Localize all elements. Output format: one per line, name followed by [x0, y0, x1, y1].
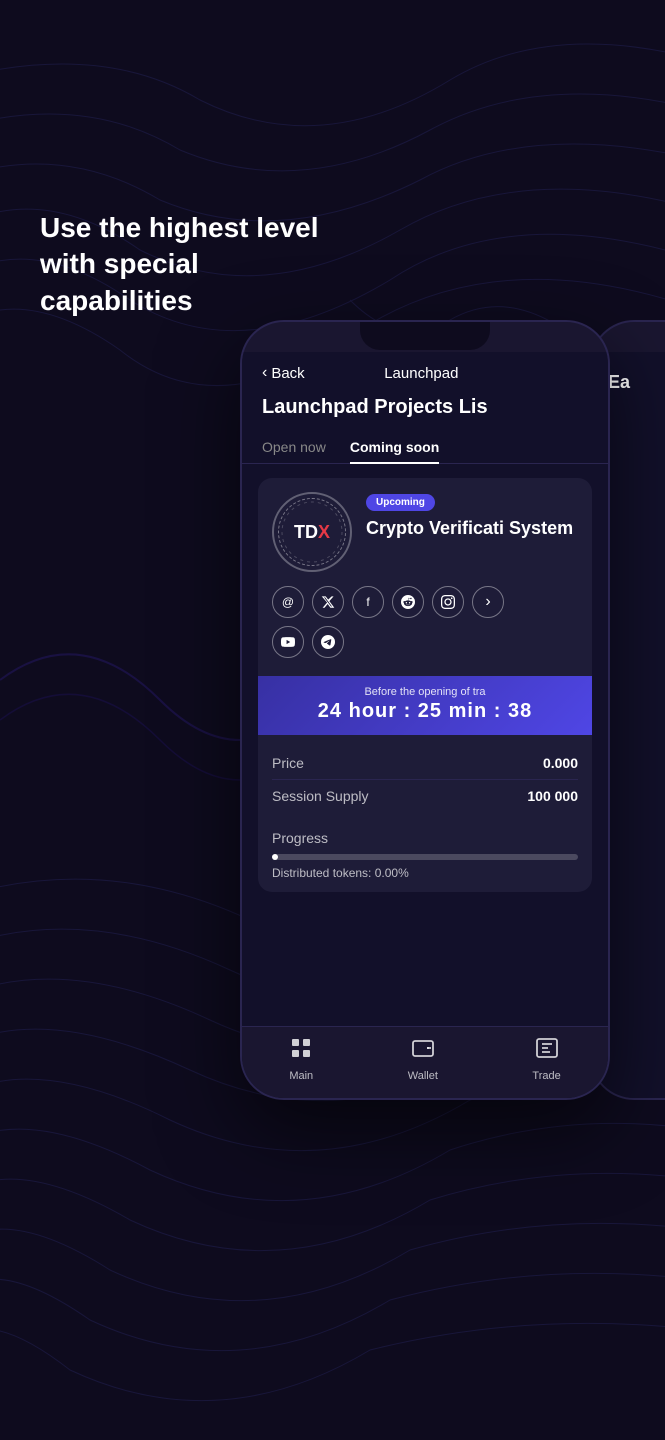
supply-label: Session Supply — [272, 788, 369, 804]
wallet-nav-label: Wallet — [408, 1070, 438, 1082]
wallet-icon — [411, 1036, 435, 1066]
phone-notch — [360, 322, 490, 350]
main-nav-label: Main — [289, 1070, 313, 1082]
second-phone-text: Ea — [608, 372, 665, 393]
social-icons-line-1: @ f › — [272, 586, 578, 618]
price-value: 0.000 — [543, 755, 578, 771]
price-row: Price 0.000 — [272, 747, 578, 780]
logo-text: TDX — [294, 522, 330, 543]
progress-label: Progress — [272, 830, 578, 846]
card-info: Upcoming Crypto Verificati System — [366, 492, 578, 540]
page-title: Launchpad Projects Lis — [242, 390, 608, 431]
nav-wallet[interactable]: Wallet — [408, 1036, 438, 1082]
info-section: Price 0.000 Session Supply 100 000 — [258, 735, 592, 824]
trade-icon — [535, 1036, 559, 1066]
social-icon-more[interactable]: › — [472, 586, 504, 618]
social-icon-twitter[interactable] — [312, 586, 344, 618]
main-icon — [289, 1036, 313, 1066]
nav-trade[interactable]: Trade — [532, 1036, 560, 1082]
timer-label: Before the opening of tra — [272, 686, 578, 698]
screen-header: ‹ Back Launchpad — [242, 352, 608, 390]
phone-frame: ‹ Back Launchpad Launchpad Projects Lis … — [240, 320, 610, 1100]
tabs-row: Open now Coming soon — [242, 431, 608, 464]
back-button[interactable]: ‹ Back — [262, 364, 305, 382]
social-icon-facebook[interactable]: f — [352, 586, 384, 618]
social-icon-at[interactable]: @ — [272, 586, 304, 618]
social-icons-line-2 — [272, 626, 578, 658]
social-icon-instagram[interactable] — [432, 586, 464, 618]
project-name: Crypto Verificati System — [366, 517, 578, 540]
social-row: @ f › — [258, 582, 592, 676]
project-card: TDX Upcoming Crypto Verificati System @ — [258, 478, 592, 892]
hero-text: Use the highest level with special capab… — [40, 210, 320, 319]
progress-section: Progress Distributed tokens: 0.00% — [258, 824, 592, 892]
progress-bar-bg — [272, 854, 578, 860]
progress-bar-fill — [272, 854, 278, 860]
timer-banner: Before the opening of tra 24 hour : 25 m… — [258, 676, 592, 735]
back-label: Back — [271, 365, 304, 382]
social-icon-youtube[interactable] — [272, 626, 304, 658]
tab-coming-soon[interactable]: Coming soon — [350, 431, 439, 463]
header-title: Launchpad — [384, 365, 458, 382]
social-icon-telegram[interactable] — [312, 626, 344, 658]
supply-value: 100 000 — [527, 788, 578, 804]
supply-row: Session Supply 100 000 — [272, 780, 578, 812]
tab-open-now[interactable]: Open now — [262, 431, 326, 463]
price-label: Price — [272, 755, 304, 771]
back-chevron-icon: ‹ — [262, 364, 267, 382]
project-logo: TDX — [272, 492, 352, 572]
phone-mockup: ‹ Back Launchpad Launchpad Projects Lis … — [240, 320, 610, 1100]
timer-value: 24 hour : 25 min : 38 — [272, 700, 578, 723]
nav-main[interactable]: Main — [289, 1036, 313, 1082]
trade-nav-label: Trade — [532, 1070, 560, 1082]
bottom-nav: Main Wallet Trade — [242, 1026, 608, 1098]
social-icon-reddit[interactable] — [392, 586, 424, 618]
upcoming-badge: Upcoming — [366, 494, 435, 511]
phone-screen: ‹ Back Launchpad Launchpad Projects Lis … — [242, 352, 608, 1098]
card-top: TDX Upcoming Crypto Verificati System — [258, 478, 592, 582]
progress-tokens: Distributed tokens: 0.00% — [272, 866, 578, 880]
